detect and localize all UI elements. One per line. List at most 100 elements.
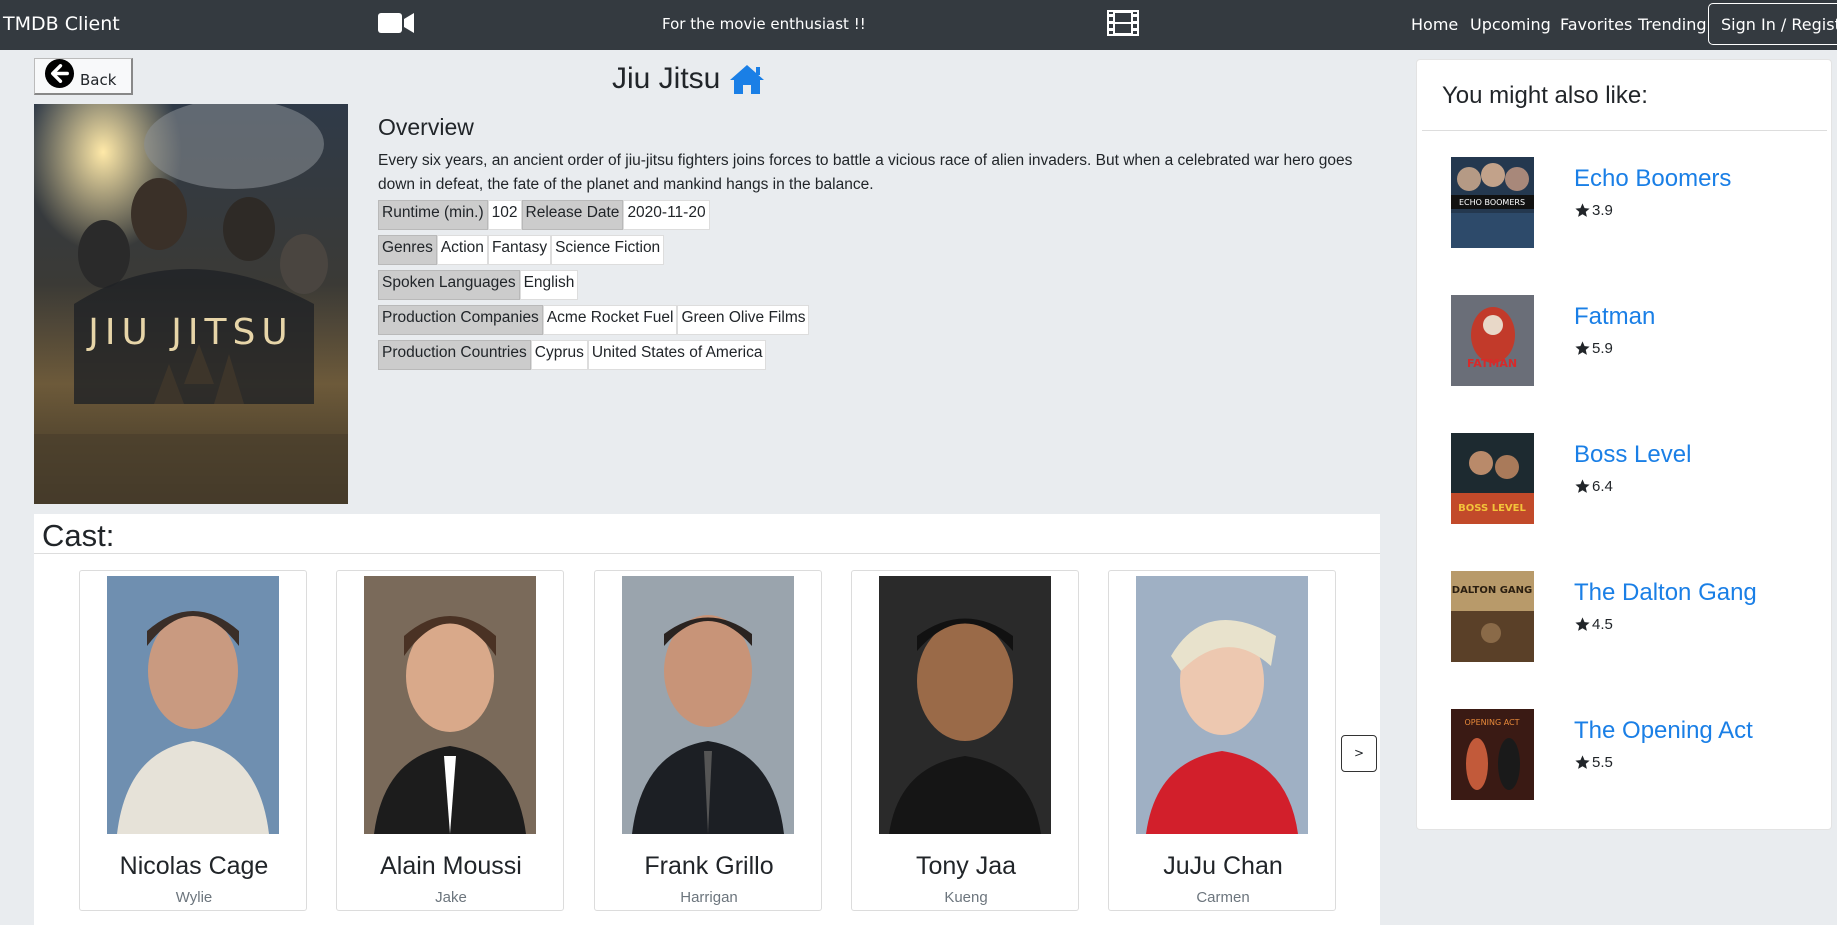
runtime-value: 102	[487, 200, 522, 230]
cast-role: Carmen	[1196, 889, 1250, 906]
recommendation-thumbnail[interactable]: ECHO BOOMERS	[1451, 157, 1534, 248]
cast-next-button[interactable]: >	[1341, 735, 1377, 772]
thumb-text: FATMAN	[1467, 357, 1517, 370]
release-label: Release Date	[521, 200, 624, 230]
genre-chip: Science Fiction	[551, 235, 665, 265]
recommendation-item[interactable]: ECHO BOOMERS Echo Boomers 3.9	[1417, 157, 1833, 249]
cast-photo	[1136, 576, 1308, 834]
country-chip: United States of America	[587, 340, 767, 370]
divider	[34, 553, 1380, 554]
runtime-label: Runtime (min.)	[378, 200, 488, 230]
recommendation-title[interactable]: Fatman	[1574, 303, 1655, 331]
nav-upcoming[interactable]: Upcoming	[1470, 15, 1551, 34]
cast-name: Alain Moussi	[380, 852, 522, 880]
video-camera-icon	[378, 13, 414, 33]
thumb-text: DALTON GANG	[1452, 585, 1532, 596]
brand-link[interactable]: TMDB Client	[3, 13, 120, 35]
cast-role: Jake	[435, 889, 467, 906]
divider	[1422, 130, 1827, 131]
recommendation-thumbnail[interactable]: BOSS LEVEL	[1451, 433, 1534, 524]
genre-chip: Fantasy	[487, 235, 552, 265]
cast-name: Tony Jaa	[915, 852, 1017, 880]
recommendation-item[interactable]: DALTON GANG The Dalton Gang 4.5	[1417, 571, 1833, 663]
cast-heading: Cast:	[42, 518, 115, 553]
recommendation-thumbnail[interactable]: DALTON GANG	[1451, 571, 1534, 662]
recommendations-heading: You might also like:	[1442, 82, 1648, 109]
recommendation-rating: 3.9	[1574, 202, 1613, 219]
rating-value: 3.9	[1592, 202, 1613, 219]
cast-card[interactable]: Nicolas Cage Wylie	[79, 570, 307, 911]
movie-title: Jiu Jitsu	[612, 62, 721, 95]
poster-text: JIU JITSU	[86, 312, 293, 353]
company-chip: Green Olive Films	[677, 305, 810, 335]
recommendation-rating: 5.5	[1574, 754, 1613, 771]
cast-photo	[622, 576, 794, 834]
cast-name: Frank Grillo	[644, 852, 774, 880]
language-chip: English	[519, 270, 579, 300]
genre-chip: Action	[436, 235, 488, 265]
overview-text: Every six years, an ancient order of jiu…	[378, 152, 1353, 193]
languages-row: Spoken Languages English	[378, 270, 579, 300]
cast-photo	[364, 576, 536, 834]
cast-photo	[107, 576, 279, 834]
recommendation-title[interactable]: Boss Level	[1574, 441, 1691, 469]
languages-label: Spoken Languages	[378, 270, 520, 300]
nav-home[interactable]: Home	[1411, 15, 1458, 34]
recommendation-title[interactable]: The Opening Act	[1574, 717, 1753, 745]
star-icon	[1575, 617, 1590, 631]
film-icon	[1107, 10, 1139, 36]
movie-poster: JIU JITSU	[34, 104, 348, 504]
cast-name: JuJu Chan	[1163, 852, 1283, 880]
cast-panel: Cast: Nicolas Cage Wylie Alain Moussi Ja…	[34, 514, 1380, 925]
rating-value: 5.9	[1592, 340, 1613, 357]
rating-value: 4.5	[1592, 616, 1613, 633]
recommendation-item[interactable]: FATMAN Fatman 5.9	[1417, 295, 1833, 387]
countries-row: Production Countries Cyprus United State…	[378, 340, 767, 370]
company-chip: Acme Rocket Fuel	[542, 305, 678, 335]
cast-role: Wylie	[175, 889, 213, 906]
genres-label: Genres	[378, 235, 437, 265]
arrow-left-circle-icon	[44, 58, 75, 89]
cast-card[interactable]: Tony Jaa Kueng	[851, 570, 1079, 911]
tagline: For the movie enthusiast !!	[662, 15, 866, 33]
thumb-text: BOSS LEVEL	[1458, 503, 1526, 514]
recommendation-thumbnail[interactable]: OPENING ACT	[1451, 709, 1534, 800]
star-icon	[1575, 341, 1590, 355]
cast-card[interactable]: JuJu Chan Carmen	[1108, 570, 1336, 911]
home-icon[interactable]	[728, 63, 766, 95]
back-button[interactable]: Back	[34, 58, 133, 95]
cast-role: Kueng	[944, 889, 988, 906]
overview-heading: Overview	[378, 114, 474, 140]
navbar: TMDB Client For the movie enthusiast !! …	[0, 0, 1837, 50]
back-label: Back	[80, 71, 117, 89]
recommendation-title[interactable]: Echo Boomers	[1574, 165, 1731, 193]
recommendation-item[interactable]: BOSS LEVEL Boss Level 6.4	[1417, 433, 1833, 525]
rating-value: 5.5	[1592, 754, 1613, 771]
countries-label: Production Countries	[378, 340, 531, 370]
star-icon	[1575, 755, 1590, 769]
recommendation-rating: 4.5	[1574, 616, 1613, 633]
nav-trending[interactable]: Trending	[1638, 15, 1707, 34]
thumb-text: OPENING ACT	[1464, 718, 1519, 727]
recommendation-rating: 6.4	[1574, 478, 1613, 495]
cast-card[interactable]: Alain Moussi Jake	[336, 570, 564, 911]
signin-button[interactable]: Sign In / Register	[1708, 3, 1837, 45]
companies-row: Production Companies Acme Rocket Fuel Gr…	[378, 305, 810, 335]
star-icon	[1575, 479, 1590, 493]
recommendation-item[interactable]: OPENING ACT The Opening Act 5.5	[1417, 709, 1833, 801]
cast-role: Harrigan	[680, 889, 738, 906]
recommendation-rating: 5.9	[1574, 340, 1613, 357]
recommendation-thumbnail[interactable]: FATMAN	[1451, 295, 1534, 386]
recommendations-sidebar: You might also like: ECHO BOOMERS Echo B…	[1416, 59, 1832, 830]
recommendation-title[interactable]: The Dalton Gang	[1574, 579, 1757, 607]
runtime-row: Runtime (min.) 102 Release Date 2020-11-…	[378, 200, 710, 230]
release-value: 2020-11-20	[623, 200, 710, 230]
cast-name: Nicolas Cage	[119, 852, 269, 880]
cast-card[interactable]: Frank Grillo Harrigan	[594, 570, 822, 911]
country-chip: Cyprus	[530, 340, 588, 370]
thumb-text: ECHO BOOMERS	[1459, 198, 1525, 207]
nav-favorites[interactable]: Favorites	[1560, 15, 1632, 34]
rating-value: 6.4	[1592, 478, 1613, 495]
star-icon	[1575, 203, 1590, 217]
genres-row: Genres Action Fantasy Science Fiction	[378, 235, 665, 265]
